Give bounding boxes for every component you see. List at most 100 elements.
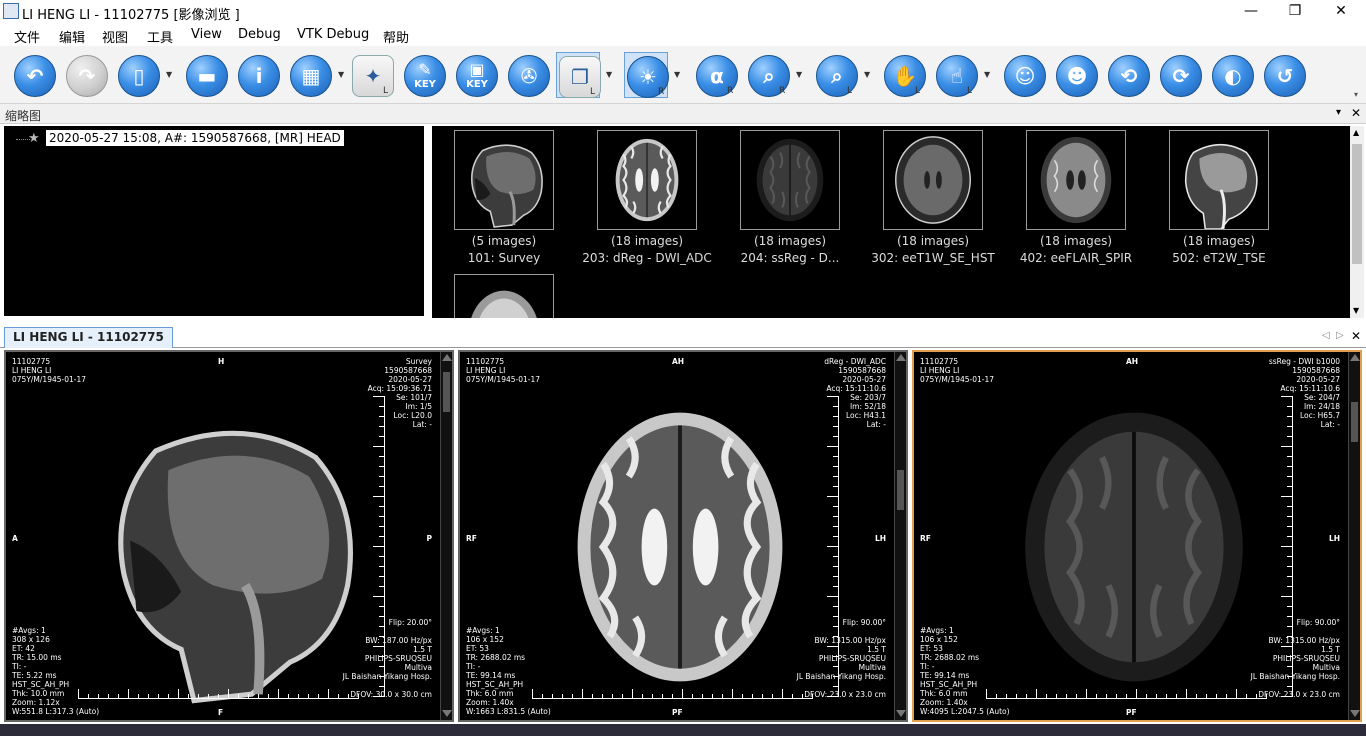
ruler-tick [582,689,583,699]
reset-button[interactable]: ↺ [1262,52,1306,98]
ruler-tick [1287,516,1293,517]
viewport-scrollbar[interactable] [1348,352,1360,720]
dropdown-arrow-icon[interactable]: ▼ [338,71,346,79]
alpha-button[interactable]: αR [694,52,738,98]
thumbnail-image[interactable] [597,130,697,230]
menu-tools[interactable]: 工具 [147,27,173,46]
maximize-button[interactable]: ❐ [1272,0,1318,24]
stack-button[interactable]: ❐ L [556,52,601,98]
dropdown-arrow-icon[interactable]: ▼ [166,71,174,79]
menu-file[interactable]: 文件 [14,27,40,46]
ruler-tick [1226,694,1227,699]
dropdown-arrow-icon[interactable]: ▼ [606,71,614,79]
scroll-up-icon[interactable] [896,354,906,361]
series-thumbnail[interactable]: (18 images) 302: eeT1W_SE_HST [861,128,1001,268]
ruler-tick [1287,686,1293,687]
ruler-tick [1287,676,1293,677]
ruler-tick [379,406,385,407]
person-button[interactable]: ☺ [1002,52,1046,98]
mr-image[interactable] [520,382,840,712]
scroll-thumb[interactable] [897,470,904,510]
rotate-head-right-button[interactable]: ⟳ [1158,52,1202,98]
ruler-tick [1016,694,1017,699]
pan-hand-button[interactable]: ✋ L [882,52,926,98]
overlay-text: TE: 5.22 ms [12,671,57,680]
scroll-up-icon[interactable] [442,354,452,361]
thumbnail-image[interactable] [740,130,840,230]
menu-help[interactable]: 帮助 [383,27,409,46]
dropdown-arrow-icon[interactable]: ▼ [864,71,872,79]
close-button[interactable]: ✕ [1318,0,1364,24]
image-viewport[interactable]: 11102775 LI HENG LI 075Y/M/1945-01-17 ssReg… [912,350,1362,722]
forward-arrow-button[interactable]: ↷ [64,52,108,98]
film-reel-button[interactable]: ✇ [506,52,550,98]
mr-image[interactable] [974,382,1294,712]
tab-close-icon[interactable]: ✕ [1351,329,1361,343]
pin-icon[interactable]: ▾ [1336,107,1341,118]
thumbnail-image[interactable] [1169,130,1269,230]
series-thumbnail[interactable]: (18 images) 203: dReg - DWI_ADC [575,128,715,268]
ruler-tick [1281,546,1293,547]
minimize-button[interactable]: — [1228,0,1274,24]
viewport-scrollbar[interactable] [440,352,452,720]
scroll-up-icon[interactable] [1350,354,1360,361]
overlay-text: TR: 2688.02 ms [466,653,526,662]
menu-edit[interactable]: 编辑 [59,27,85,46]
menu-vtk-debug[interactable]: VTK Debug [297,27,369,42]
study-node[interactable]: 2020-05-27 15:08, A#: 1590587668, [MR] H… [46,130,344,146]
ruler-tick [208,694,209,699]
magnifier-button[interactable]: ⌕ L [814,52,858,98]
scroll-thumb[interactable] [443,372,450,412]
zoom-button[interactable]: ⌕ R [746,52,790,98]
image-viewport[interactable]: 11102775 LI HENG LI 075Y/M/1945-01-17 dReg … [458,350,908,722]
thumbnail-image[interactable] [1026,130,1126,230]
series-thumbnail[interactable]: (5 images) 101: Survey [432,128,572,268]
series-thumbnail[interactable]: (18 images) 402: eeFLAIR_SPIR [1004,128,1144,268]
menu-view[interactable]: View [191,27,222,42]
back-arrow-button[interactable]: ↶ [12,52,56,98]
select-pointer-button[interactable]: ☝ L [934,52,978,98]
scroll-thumb[interactable] [1352,144,1362,264]
series-thumbnail[interactable]: (18 images) 204: ssReg - D... [718,128,858,268]
layout-button[interactable]: ▦ [288,52,332,98]
clipboard-button[interactable]: ▯ [116,52,160,98]
two-heads-button[interactable]: ☻ [1054,52,1098,98]
menu-debug[interactable]: Debug [238,27,281,42]
invert-button[interactable]: ◐ [1210,52,1254,98]
window-level-button[interactable]: ☀ R [624,52,669,98]
scroll-thumb[interactable] [1351,402,1358,442]
info-button[interactable]: i [236,52,280,98]
scroll-down-icon[interactable]: ▼ [1353,306,1359,315]
series-thumbnail[interactable]: (18 images) 502: eT2W_TSE [1147,128,1287,268]
series-thumbnail[interactable] [432,272,572,318]
key-image-button[interactable]: ▣ KEY [454,52,498,98]
tab-next-icon[interactable]: ▷ [1336,330,1344,341]
mr-image[interactable] [66,382,386,712]
scroll-down-icon[interactable] [896,710,906,717]
ruler-tick [833,506,839,507]
panel-close-button[interactable]: ✕ [1351,106,1361,120]
toolbar-overflow-icon[interactable]: ▾ [1354,90,1358,99]
series-strip-button[interactable]: ▬ [184,52,228,98]
thumbnail-scrollbar[interactable]: ▲ ▼ [1350,126,1364,318]
tab-patient[interactable]: LI HENG LI - 11102775 [4,327,173,348]
thumbnail-image[interactable] [883,130,983,230]
menu-view-cn[interactable]: 视图 [102,27,128,46]
image-viewport[interactable]: 11102775 LI HENG LI 075Y/M/1945-01-17 Surve… [4,350,454,722]
thumbnail-image[interactable] [454,130,554,230]
scroll-down-icon[interactable] [442,710,452,717]
dropdown-arrow-icon[interactable]: ▼ [674,71,682,79]
dropdown-arrow-icon[interactable]: ▼ [796,71,804,79]
tab-prev-icon[interactable]: ◁ [1322,330,1330,341]
viewport-scrollbar[interactable] [894,352,906,720]
scroll-up-icon[interactable]: ▲ [1353,128,1359,137]
magic-wand-grid-button[interactable]: ✦ L [350,52,394,98]
dropdown-arrow-icon[interactable]: ▼ [984,71,992,79]
rotate-head-left-button[interactable]: ⟲ [1106,52,1150,98]
overlay-text: 1590587668 [384,366,432,375]
key-pencil-button[interactable]: ✎ KEY [402,52,446,98]
ruler-tick [338,694,339,699]
thumbnail-image[interactable] [454,274,554,318]
overlay-text: Se: 204/7 [1304,393,1340,402]
scroll-down-icon[interactable] [1350,710,1360,717]
